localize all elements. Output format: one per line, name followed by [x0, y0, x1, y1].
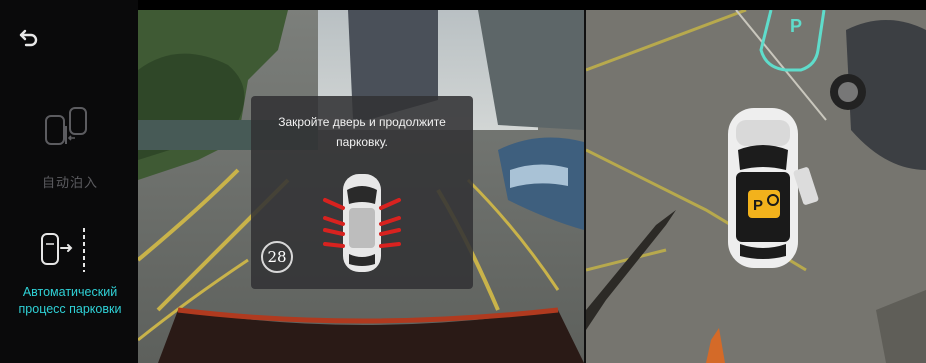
parking-sidebar: 自动泊入 Автоматический процесс парковки: [0, 0, 138, 363]
svg-text:P: P: [753, 197, 763, 214]
mode-auto-park-in[interactable]: 自动泊入: [20, 100, 120, 190]
parking-in-icon: [45, 107, 87, 145]
mode-auto-parking-process-label: Автоматический процесс парковки: [18, 285, 122, 316]
mode-auto-parking-process[interactable]: Автоматический процесс парковки: [6, 222, 134, 342]
countdown-timer: 28: [261, 241, 293, 273]
back-arrow-icon: [19, 29, 38, 47]
parking-assist-icon: P: [748, 190, 780, 218]
back-button[interactable]: [14, 22, 46, 54]
top-down-view: P P: [586, 10, 926, 363]
mode-auto-park-in-label: 自动泊入: [41, 175, 98, 190]
parking-screen: 自动泊入 Автоматический процесс парковки P P…: [0, 0, 926, 363]
ego-car-topview-icon: P: [728, 108, 819, 268]
parking-out-icon: [41, 228, 85, 272]
